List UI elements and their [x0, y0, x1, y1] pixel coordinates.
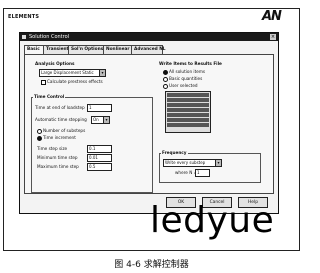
- frequency-select[interactable]: Write every substep ▾: [163, 159, 222, 167]
- analysis-options-heading: Analysis Options: [35, 61, 75, 66]
- time-control-heading: Time Control: [33, 94, 66, 99]
- results-item-list[interactable]: [165, 91, 211, 133]
- max-step-label: Maximum time step: [37, 164, 79, 169]
- time-step-size-input[interactable]: 0.1: [87, 145, 112, 153]
- frequency-value: Write every substep: [165, 160, 206, 165]
- header-label: ELEMENTS: [8, 14, 40, 20]
- prestress-label: Calculate prestress effects: [47, 79, 103, 84]
- min-step-label: Minimum time step: [37, 155, 78, 160]
- chevron-down-icon: ▾: [103, 117, 109, 123]
- max-step-input[interactable]: 0.5: [87, 163, 112, 171]
- frequency-heading: Frequency: [161, 150, 188, 155]
- time-end-label: Time at end of loadstep: [35, 105, 85, 110]
- list-item[interactable]: [167, 98, 209, 102]
- watermark-text: ledyue: [150, 200, 275, 241]
- list-item[interactable]: [167, 113, 209, 117]
- analysis-type-value: Large Displacement Static: [41, 70, 94, 75]
- prestress-checkbox[interactable]: [41, 80, 46, 85]
- tab-advanced-nl[interactable]: Advanced NL: [131, 45, 166, 54]
- chevron-down-icon: ▾: [99, 70, 105, 76]
- auto-time-value: On: [93, 117, 99, 122]
- dialog-title: Solution Control: [29, 34, 70, 40]
- chevron-down-icon: ▾: [215, 160, 221, 166]
- figure-caption: 图 4-6 求解控制器: [114, 260, 189, 270]
- close-icon[interactable]: ×: [270, 34, 276, 40]
- tab-transient[interactable]: Transient: [43, 45, 69, 54]
- time-step-size-label: Time step size: [37, 146, 68, 151]
- list-item[interactable]: [167, 118, 209, 122]
- basic-panel: Analysis Options Large Displacement Stat…: [24, 54, 274, 194]
- basic-quantities-radio[interactable]: [163, 77, 168, 82]
- min-step-input[interactable]: 0.01: [87, 154, 112, 162]
- auto-time-select[interactable]: On ▾: [91, 116, 110, 124]
- all-items-radio[interactable]: [163, 70, 168, 75]
- list-item[interactable]: [167, 103, 209, 107]
- where-n-input[interactable]: 1: [195, 169, 210, 177]
- window-icon: [22, 35, 26, 39]
- time-increment-radio[interactable]: [37, 136, 42, 141]
- tab-soln-options[interactable]: Sol'n Options: [68, 45, 104, 54]
- substeps-radio[interactable]: [37, 129, 42, 134]
- analysis-type-select[interactable]: Large Displacement Static ▾: [39, 69, 106, 77]
- substeps-label: Number of substeps: [43, 128, 86, 133]
- list-item[interactable]: [167, 108, 209, 112]
- frequency-group: [159, 153, 261, 183]
- dialog-titlebar: Solution Control ×: [20, 33, 278, 41]
- solution-control-dialog: Solution Control × Basic Transient Sol'n…: [19, 32, 279, 214]
- tab-nonlinear[interactable]: Nonlinear: [103, 45, 132, 54]
- list-item[interactable]: [167, 93, 209, 97]
- basic-quantities-label: Basic quantities: [169, 76, 203, 81]
- time-end-input[interactable]: 1: [87, 104, 112, 112]
- ansys-logo: AN: [262, 9, 282, 24]
- time-increment-label: Time increment: [43, 135, 76, 140]
- list-item[interactable]: [167, 123, 209, 127]
- user-selected-label: User selected: [169, 83, 198, 88]
- all-items-label: All solution items: [169, 69, 206, 74]
- where-n-label: where N =: [175, 170, 198, 175]
- write-items-heading: Write Items to Results File: [159, 61, 222, 66]
- auto-time-label: Automatic time stepping: [35, 117, 87, 122]
- user-selected-radio[interactable]: [163, 84, 168, 89]
